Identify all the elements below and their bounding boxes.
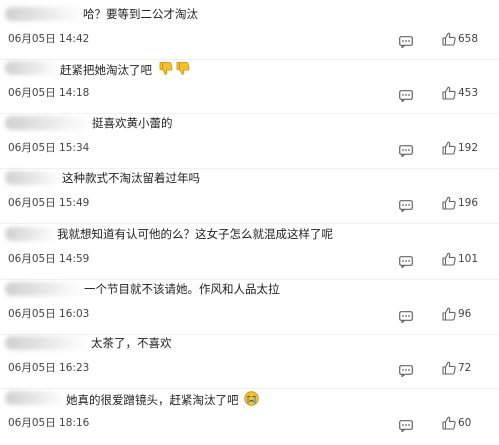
divider <box>0 223 499 224</box>
comment-item: 这种款式不淘汰留着过年吗 06月05日 15:49 196 <box>0 171 499 225</box>
thumbs-up-icon[interactable] <box>442 195 456 210</box>
comment-timestamp: 06月05日 16:03 <box>8 308 90 320</box>
comment-item: 我就想知道有认可他的么？这女子怎么就混成这样了呢 06月05日 14:59 10… <box>0 227 499 281</box>
comment-item: 一个节目就不该请她。作风和人品太拉 06月05日 16:03 96 <box>0 282 499 336</box>
comment-text: 太茶了，不喜欢 <box>91 336 172 350</box>
blurred-username <box>5 336 88 350</box>
thumbs-up-icon[interactable] <box>442 306 456 321</box>
like-count: 192 <box>458 142 479 154</box>
comment-timestamp: 06月05日 14:18 <box>8 87 90 99</box>
thumbs-down-icon <box>175 61 190 79</box>
comment-bubble-icon[interactable] <box>399 417 413 433</box>
comment-bubble-icon[interactable] <box>399 33 413 49</box>
like-count: 658 <box>458 33 479 45</box>
blurred-username <box>5 171 62 185</box>
divider <box>0 388 499 389</box>
comment-text: 她真的很爱蹭镜头，赶紧淘汰了吧 <box>66 391 259 409</box>
blurred-username <box>5 61 60 75</box>
divider <box>0 59 499 60</box>
like-count: 60 <box>458 417 472 429</box>
thumbs-up-icon[interactable] <box>442 415 456 430</box>
comment-text: 一个节目就不该请她。作风和人品太拉 <box>84 282 280 296</box>
like-count: 196 <box>458 197 479 209</box>
comment-text-content: 挺喜欢黄小蕾的 <box>92 116 173 130</box>
comment-text-content: 这种款式不淘汰留着过年吗 <box>62 171 200 185</box>
like-count: 453 <box>458 87 479 99</box>
thumbs-up-icon[interactable] <box>442 140 456 155</box>
blurred-username <box>5 7 83 21</box>
blurred-username <box>5 391 65 405</box>
blurred-username <box>5 227 57 241</box>
comment-bubble-icon[interactable] <box>399 253 413 269</box>
like-count: 101 <box>458 253 479 265</box>
thumbs-up-icon[interactable] <box>442 251 456 266</box>
crying-face-icon <box>244 391 259 409</box>
comment-timestamp: 06月05日 16:23 <box>8 362 90 374</box>
comment-timestamp: 06月05日 14:59 <box>8 253 90 265</box>
comment-bubble-icon[interactable] <box>399 308 413 324</box>
comment-text: 哈？要等到二公才淘汰 <box>83 7 198 21</box>
thumbs-up-icon[interactable] <box>442 85 456 100</box>
comment-text-content: 一个节目就不该请她。作风和人品太拉 <box>84 282 280 296</box>
comment-text: 我就想知道有认可他的么？这女子怎么就混成这样了呢 <box>57 227 333 241</box>
blurred-username <box>5 282 84 296</box>
comment-item: 赶紧把她淘汰了吧 06月05日 14:18 453 <box>0 61 499 115</box>
comment-item: 哈？要等到二公才淘汰 06月05日 14:42 658 <box>0 7 499 61</box>
divider <box>0 334 499 335</box>
comment-text-content: 我就想知道有认可他的么？这女子怎么就混成这样了呢 <box>57 227 333 241</box>
comment-timestamp: 06月05日 14:42 <box>8 33 90 45</box>
comment-bubble-icon[interactable] <box>399 142 413 158</box>
comment-timestamp: 06月05日 15:34 <box>8 142 90 154</box>
blurred-username <box>5 116 91 130</box>
comment-timestamp: 06月05日 15:49 <box>8 197 90 209</box>
comment-bubble-icon[interactable] <box>399 197 413 213</box>
thumbs-up-icon[interactable] <box>442 31 456 46</box>
comment-text-content: 太茶了，不喜欢 <box>91 336 172 350</box>
divider <box>0 168 499 169</box>
comment-bubble-icon[interactable] <box>399 362 413 378</box>
comment-text: 这种款式不淘汰留着过年吗 <box>62 171 200 185</box>
comment-item: 挺喜欢黄小蕾的 06月05日 15:34 192 <box>0 116 499 170</box>
divider <box>0 279 499 280</box>
divider <box>0 113 499 114</box>
comment-text: 挺喜欢黄小蕾的 <box>92 116 173 130</box>
comment-text-content: 赶紧把她淘汰了吧 <box>60 63 152 77</box>
like-count: 72 <box>458 362 472 374</box>
comment-text: 赶紧把她淘汰了吧 <box>60 61 190 79</box>
comment-item: 太茶了，不喜欢 06月05日 16:23 72 <box>0 336 499 390</box>
comment-text-content: 她真的很爱蹭镜头，赶紧淘汰了吧 <box>66 393 239 407</box>
like-count: 96 <box>458 308 472 320</box>
comment-bubble-icon[interactable] <box>399 87 413 103</box>
comment-text-content: 哈？要等到二公才淘汰 <box>83 7 198 21</box>
thumbs-down-icon <box>158 61 173 79</box>
thumbs-up-icon[interactable] <box>442 360 456 375</box>
comment-list: 哈？要等到二公才淘汰 06月05日 14:42 658 赶紧把她淘汰了吧 06月… <box>0 0 499 437</box>
comment-timestamp: 06月05日 18:16 <box>8 417 90 429</box>
